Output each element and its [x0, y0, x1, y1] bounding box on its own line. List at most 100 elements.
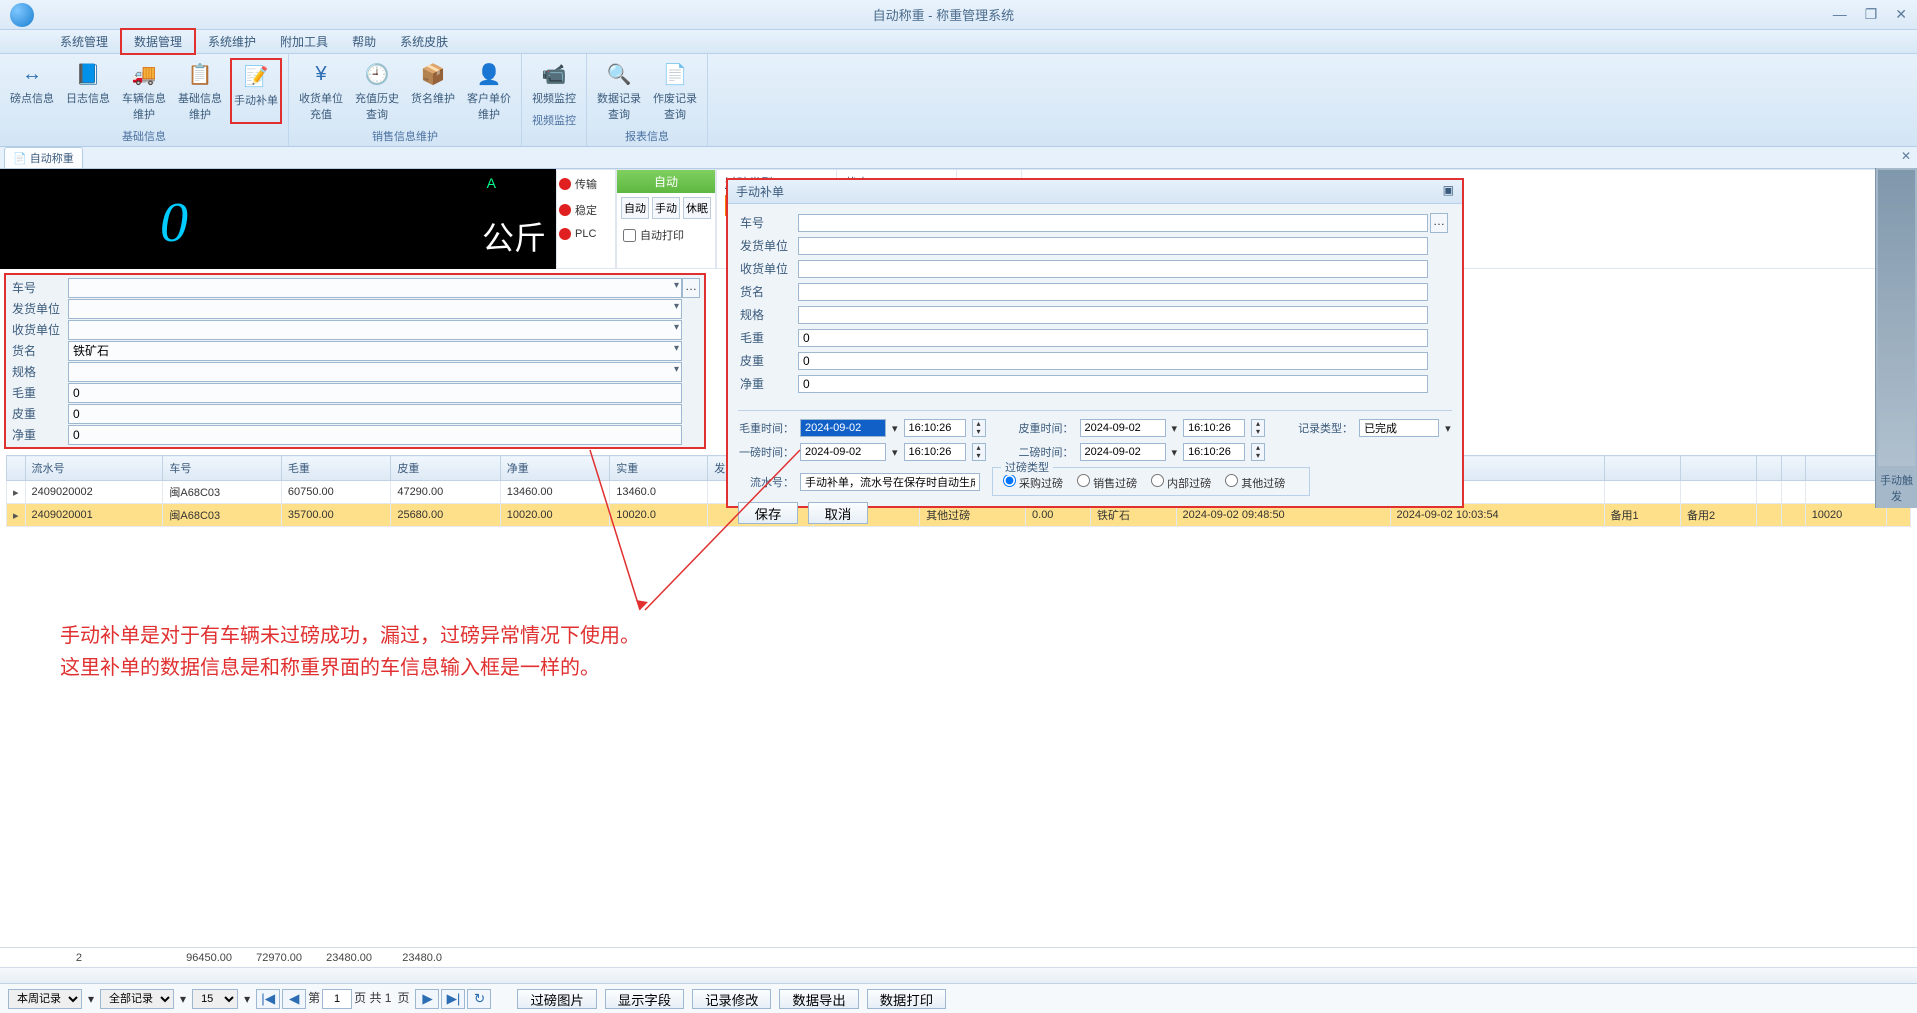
next-page-button[interactable]: ▶	[415, 989, 439, 1009]
close-tab-icon[interactable]: ✕	[1901, 149, 1911, 163]
page-input[interactable]	[322, 989, 352, 1009]
dlg-input-货名[interactable]	[798, 283, 1428, 301]
date-input[interactable]	[800, 419, 886, 437]
dialog-取消-button[interactable]: 取消	[808, 502, 868, 524]
ribbon-货名维护[interactable]: 📦货名维护	[407, 58, 459, 124]
weigh-type-内部过磅[interactable]: 内部过磅	[1151, 478, 1211, 490]
field-input-毛重[interactable]	[68, 383, 682, 403]
serial-label: 流水号：	[738, 474, 794, 490]
page-size-select[interactable]: 15	[192, 989, 238, 1009]
maximize-icon[interactable]: ❐	[1865, 6, 1878, 23]
refresh-button[interactable]: ↻	[467, 989, 491, 1009]
ribbon-作废记录查询[interactable]: 📄作废记录查询	[649, 58, 701, 124]
menu-系统维护[interactable]: 系统维护	[196, 30, 268, 53]
ribbon-车辆信息维护[interactable]: 🚚车辆信息维护	[118, 58, 170, 124]
menu-系统皮肤[interactable]: 系统皮肤	[388, 30, 460, 53]
first-page-button[interactable]: |◀	[256, 989, 280, 1009]
date-range-select[interactable]: 本周记录	[8, 989, 82, 1009]
time-input[interactable]	[1183, 419, 1245, 437]
col-皮重[interactable]: 皮重	[391, 456, 500, 481]
col-流水号[interactable]: 流水号	[25, 456, 163, 481]
ribbon-视频监控[interactable]: 📹视频监控	[528, 58, 580, 108]
date-input[interactable]	[1080, 419, 1166, 437]
last-page-button[interactable]: ▶|	[441, 989, 465, 1009]
close-icon[interactable]: ✕	[1895, 6, 1907, 23]
field-input-发货单位[interactable]	[68, 299, 682, 319]
weigh-type-fieldset: 过磅类型 采购过磅 销售过磅 内部过磅 其他过磅	[992, 467, 1310, 496]
time-input[interactable]	[1183, 443, 1245, 461]
field-input-车号[interactable]	[68, 278, 682, 298]
field-input-皮重[interactable]	[68, 404, 682, 424]
col-毛重[interactable]: 毛重	[281, 456, 390, 481]
prev-page-button[interactable]: ◀	[282, 989, 306, 1009]
dlg-input-皮重[interactable]	[798, 352, 1428, 370]
col-实重[interactable]: 实重	[610, 456, 708, 481]
dialog-close-icon[interactable]: ▣	[1443, 183, 1454, 200]
field-input-净重[interactable]	[68, 425, 682, 445]
time-input[interactable]	[904, 443, 966, 461]
menu-系统管理[interactable]: 系统管理	[48, 30, 120, 53]
weigh-type-采购过磅[interactable]: 采购过磅	[1003, 478, 1063, 490]
ribbon-充值历史查询[interactable]: 🕘充值历史查询	[351, 58, 403, 124]
field-input-货名[interactable]	[68, 341, 682, 361]
col-车号[interactable]: 车号	[163, 456, 282, 481]
time-spinner[interactable]: ▴▾	[1251, 443, 1265, 461]
date-input[interactable]	[1080, 443, 1166, 461]
mode-手动-button[interactable]: 手动	[652, 197, 680, 219]
dlg-input-收货单位[interactable]	[798, 260, 1428, 278]
footer-显示字段-button[interactable]: 显示字段	[605, 989, 684, 1009]
auto-print-checkbox[interactable]: 自动打印	[617, 223, 715, 247]
货名维护-icon: 📦	[419, 60, 447, 88]
作废记录查询-icon: 📄	[661, 60, 689, 88]
tab-auto-weigh[interactable]: 📄 自动称重	[4, 147, 83, 168]
ribbon-基础信息维护[interactable]: 📋基础信息维护	[174, 58, 226, 124]
mode-休眠-button[interactable]: 休眠	[683, 197, 711, 219]
minimize-icon[interactable]: —	[1833, 6, 1847, 23]
dlg-input-发货单位[interactable]	[798, 237, 1428, 255]
col-[interactable]	[1781, 456, 1805, 481]
dlg-input-毛重[interactable]	[798, 329, 1428, 347]
lcd-display: A 0 公斤	[0, 169, 556, 269]
ribbon-数据记录查询[interactable]: 🔍数据记录查询	[593, 58, 645, 124]
serial-input[interactable]	[800, 473, 980, 491]
col-[interactable]	[1680, 456, 1756, 481]
field-input-收货单位[interactable]	[68, 320, 682, 340]
time-spinner[interactable]: ▴▾	[1251, 419, 1265, 437]
lookup-button[interactable]: …	[682, 278, 700, 298]
col-[interactable]	[1604, 456, 1680, 481]
footer-记录修改-button[interactable]: 记录修改	[692, 989, 771, 1009]
ribbon-手动补单[interactable]: 📝手动补单	[230, 58, 282, 124]
mode-自动-button[interactable]: 自动	[621, 197, 649, 219]
manual-trigger-label[interactable]: 手动触发	[1876, 468, 1917, 508]
dlg-input-车号[interactable]	[798, 214, 1428, 232]
filter-select[interactable]: 全部记录	[100, 989, 174, 1009]
col-[interactable]	[1757, 456, 1781, 481]
dlg-lookup-button[interactable]: …	[1430, 213, 1448, 233]
dlg-input-净重[interactable]	[798, 375, 1428, 393]
horizontal-scrollbar[interactable]	[0, 967, 1917, 983]
ribbon-收货单位充值[interactable]: ¥收货单位充值	[295, 58, 347, 124]
weigh-type-销售过磅[interactable]: 销售过磅	[1077, 478, 1137, 490]
footer-数据打印-button[interactable]: 数据打印	[867, 989, 946, 1009]
车辆信息维护-icon: 🚚	[130, 60, 158, 88]
time-input[interactable]	[904, 419, 966, 437]
ribbon-日志信息[interactable]: 📘日志信息	[62, 58, 114, 124]
field-input-规格[interactable]	[68, 362, 682, 382]
dlg-input-规格[interactable]	[798, 306, 1428, 324]
col-净重[interactable]: 净重	[500, 456, 609, 481]
footer-数据导出-button[interactable]: 数据导出	[779, 989, 858, 1009]
ribbon-客户单价维护[interactable]: 👤客户单价维护	[463, 58, 515, 124]
weigh-type-其他过磅[interactable]: 其他过磅	[1225, 478, 1285, 490]
menu-帮助[interactable]: 帮助	[340, 30, 388, 53]
视频监控-icon: 📹	[540, 60, 568, 88]
menu-数据管理[interactable]: 数据管理	[120, 28, 196, 55]
ribbon-磅点信息[interactable]: ↔磅点信息	[6, 58, 58, 124]
date-input[interactable]	[800, 443, 886, 461]
record-type-select[interactable]	[1359, 419, 1439, 437]
time-spinner[interactable]: ▴▾	[972, 443, 986, 461]
footer-过磅图片-button[interactable]: 过磅图片	[517, 989, 596, 1009]
status-dot-icon	[559, 178, 571, 190]
time-spinner[interactable]: ▴▾	[972, 419, 986, 437]
menu-附加工具[interactable]: 附加工具	[268, 30, 340, 53]
dialog-保存-button[interactable]: 保存	[738, 502, 798, 524]
